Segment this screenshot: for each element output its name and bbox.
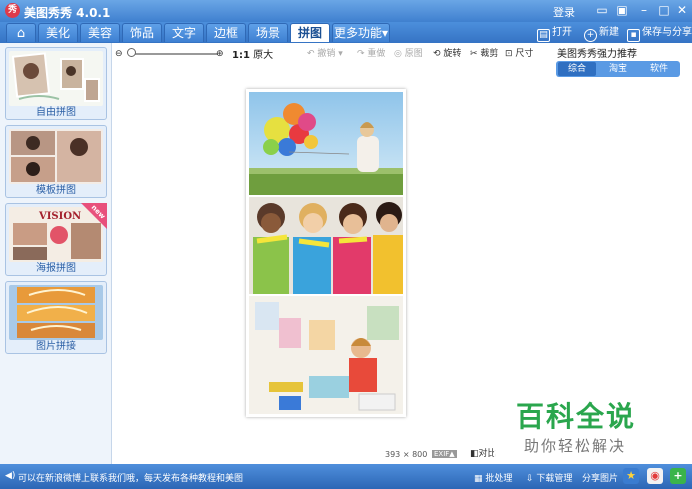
tab-beauty[interactable]: 美容 (80, 23, 120, 42)
batch-button[interactable]: ▦ 批处理 (474, 471, 512, 484)
tab-beautify[interactable]: 美化 (38, 23, 78, 42)
title-bar: 秀 美图秀秀 4.0.1 登录 ▭ ▣ – □ ✕ (0, 0, 692, 22)
login-link[interactable]: 登录 (553, 4, 575, 20)
tab-recommend-taobao[interactable]: 淘宝 (599, 62, 637, 76)
collage-photo-kids[interactable] (249, 197, 403, 294)
watermark-title: 百科全说 (516, 400, 637, 433)
poster-collage-label: 海报拼图 (36, 263, 76, 274)
zoom-out-icon[interactable]: ⊖ (115, 46, 123, 62)
tab-recommend-software[interactable]: 软件 (640, 62, 678, 76)
template-collage-label: 模板拼图 (36, 185, 76, 196)
tab-scene[interactable]: 场景 (248, 23, 288, 42)
undo-icon: ↶ (307, 49, 315, 59)
tab-text[interactable]: 文字 (164, 23, 204, 42)
watermark: 百科全说 助你轻松解决 (494, 380, 666, 464)
resize-button[interactable]: ⊡ 尺寸 (505, 46, 533, 62)
home-icon: ⌂ (16, 26, 26, 41)
tab-accessories[interactable]: 饰品 (122, 23, 162, 42)
download-manager-button[interactable]: ⇩ 下载管理 (526, 471, 572, 484)
free-collage-label: 自由拼图 (36, 107, 76, 118)
image-stitch-label: 图片拼接 (36, 341, 76, 352)
collage-canvas[interactable] (246, 89, 406, 417)
tab-collage[interactable]: 拼图 (290, 23, 330, 42)
undo-button[interactable]: ↶ 撤销 ▾ (307, 46, 343, 62)
free-collage-card[interactable]: 自由拼图 (5, 47, 107, 120)
resize-icon: ⊡ (505, 49, 513, 59)
zoom-in-icon[interactable]: ⊕ (216, 46, 224, 62)
app-logo-icon: 秀 (5, 3, 20, 18)
poster-collage-card[interactable]: VISION new 海报拼图 (5, 203, 107, 276)
image-stitch-card[interactable]: 图片拼接 (5, 281, 107, 354)
image-size-readout: 393 × 800 (385, 450, 428, 459)
redo-button[interactable]: ↷ 重做 (357, 46, 385, 62)
folder-icon: ▤ (537, 29, 550, 42)
crop-icon: ✂ (470, 49, 478, 59)
star-icon[interactable]: ★ (623, 468, 639, 484)
save-share-button[interactable]: ▪ 保存与分享 (627, 25, 692, 42)
save-icon: ▪ (627, 29, 640, 42)
zoom-slider[interactable] (128, 53, 218, 55)
watermark-subtitle: 助你轻松解决 (524, 437, 627, 455)
crop-button[interactable]: ✂ 裁剪 (470, 46, 498, 62)
new-button[interactable]: + 新建 (584, 25, 619, 42)
status-message[interactable]: 可以在新浪微博上联系我们哦，每天发布各种教程和美图 (18, 471, 243, 484)
tab-border[interactable]: 边框 (206, 23, 246, 42)
share-image-button[interactable]: 分享图片 (582, 471, 618, 484)
original-icon: ◎ (394, 49, 402, 59)
minimize-icon[interactable]: – (636, 3, 652, 18)
maximize-icon[interactable]: □ (656, 3, 672, 18)
rotate-button[interactable]: ⟲ 旋转 (433, 46, 461, 62)
download-icon: ⇩ (526, 474, 534, 484)
weibo-icon[interactable]: ◉ (647, 468, 663, 484)
zoom-original-button[interactable]: 1:1 原大 (232, 46, 273, 61)
zoom-slider-handle[interactable] (127, 48, 136, 57)
app-title: 美图秀秀 4.0.1 (24, 6, 111, 20)
tab-home[interactable]: ⌂ (6, 23, 36, 42)
collage-mode-panel: 自由拼图 模板拼图 VISION new 海报拼图 图片拼接 (0, 43, 112, 464)
free-collage-thumbnail (9, 51, 103, 106)
speaker-icon: ◀) (5, 471, 16, 481)
compare-icon: ◧ (470, 449, 479, 459)
collage-photo-painting[interactable] (249, 296, 403, 414)
batch-icon: ▦ (474, 474, 483, 484)
open-button[interactable]: ▤ 打开 (537, 25, 572, 42)
collage-photo-balloons[interactable] (249, 92, 403, 195)
recommend-tabs: 综合 淘宝 软件 (556, 61, 680, 77)
recommend-title: 美图秀秀强力推荐 (557, 49, 637, 60)
status-bar: ◀) 可以在新浪微博上联系我们哦，每天发布各种教程和美图 ▦ 批处理 ⇩ 下载管… (0, 464, 692, 489)
tab-more[interactable]: 更多功能▾ (332, 23, 390, 42)
close-icon[interactable]: ✕ (674, 3, 690, 18)
tab-bar: ⌂ 美化 美容 饰品 文字 边框 场景 拼图 更多功能▾ ▤ 打开 + 新建 ▪ 保存… (0, 22, 692, 43)
image-stitch-thumbnail (9, 285, 103, 340)
tab-recommend-all[interactable]: 综合 (558, 62, 596, 76)
plus-icon: + (584, 29, 597, 42)
exif-button[interactable]: EXIF▲ (432, 450, 457, 458)
poster-vision-text: VISION (38, 211, 81, 222)
add-icon[interactable]: + (670, 468, 686, 484)
rotate-icon: ⟲ (433, 49, 441, 59)
original-button[interactable]: ◎ 原图 (394, 46, 423, 62)
template-collage-card[interactable]: 模板拼图 (5, 125, 107, 198)
redo-icon: ↷ (357, 49, 365, 59)
feedback-icon[interactable]: ▭ (594, 3, 610, 18)
skin-icon[interactable]: ▣ (614, 3, 630, 18)
compare-button[interactable]: ◧对比 (470, 446, 497, 462)
template-collage-thumbnail (9, 129, 103, 184)
